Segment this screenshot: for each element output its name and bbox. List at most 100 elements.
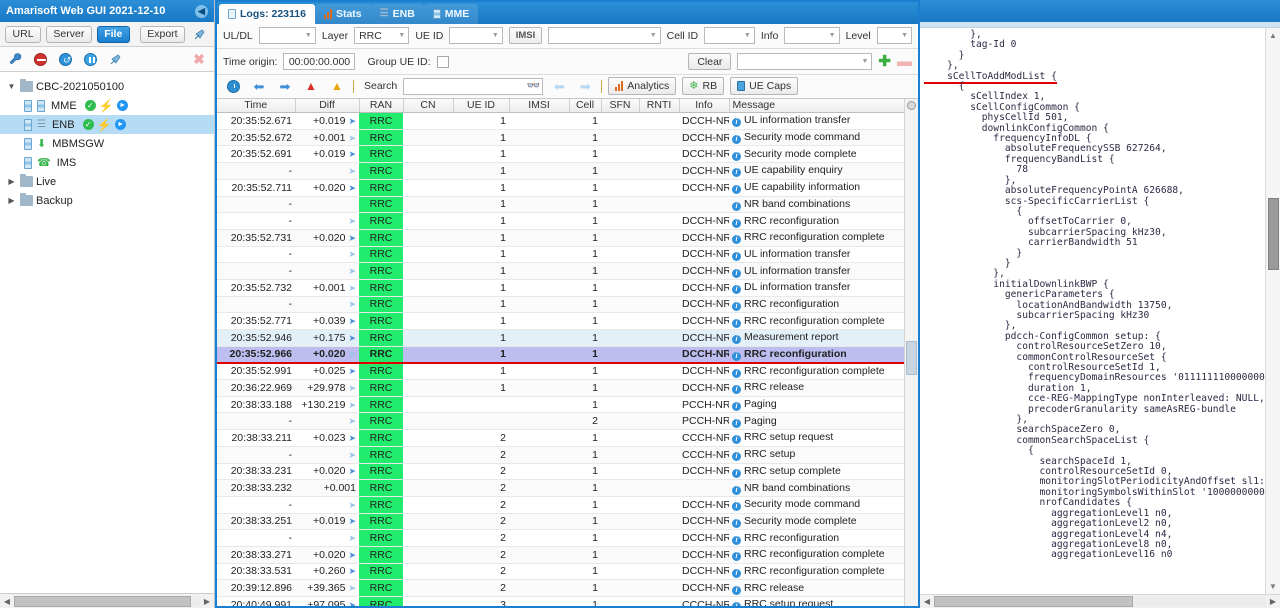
info-icon[interactable]: i (732, 452, 741, 462)
stop-icon[interactable] (30, 50, 50, 69)
info-icon[interactable]: i (732, 468, 741, 478)
tree-item-enb[interactable]: ☰ ENB ✓ ⚡ ► (0, 115, 214, 134)
log-table-vscrollbar[interactable] (904, 98, 918, 606)
table-row[interactable]: 20:38:33.271 +0.020 ➤ RRC 2 1 DCCH-NR i RRC reco… (217, 546, 904, 564)
info-icon[interactable]: i (732, 602, 741, 606)
tree-toggle-icon[interactable]: ▼ (6, 82, 17, 91)
table-row[interactable]: 20:35:52.731 +0.020 ➤ RRC 1 1 DCCH-NR i RRC reco… (217, 229, 904, 247)
table-row[interactable]: 20:38:33.232 +0.001 RRC 2 1 i NR band combinat… (217, 479, 904, 497)
col-ueid[interactable]: UE ID (453, 98, 510, 114)
play-icon[interactable]: ► (116, 100, 128, 111)
preset-select[interactable]: ▼ (737, 53, 873, 71)
tree-toggle-icon[interactable]: ▶ (6, 196, 17, 205)
scroll-right-icon[interactable]: ▶ (200, 597, 214, 606)
table-row[interactable]: 20:38:33.531 +0.260 ➤ RRC 2 1 DCCH-NR i RRC reco… (217, 563, 904, 581)
info-icon[interactable]: i (732, 485, 741, 495)
table-row[interactable]: 20:40:49.991+97.095➤RRC 3 1 CCCH-NRiRRC set… (217, 596, 904, 606)
scroll-thumb[interactable] (934, 596, 1134, 607)
tree-item-backup[interactable]: ▶ Backup (0, 191, 214, 210)
table-row[interactable]: 20:35:52.711 +0.020 ➤ RRC 1 1 DCCH-NR i UE capab… (217, 179, 904, 197)
tree-item-cbc[interactable]: ▼ CBC-2021050100 (0, 77, 214, 96)
info-icon[interactable]: i (732, 301, 741, 311)
info-icon[interactable]: i (732, 502, 741, 512)
info-icon[interactable]: i (732, 168, 741, 178)
table-row[interactable]: 20:38:33.211 +0.023 ➤ RRC 2 1 CCCH-NR i RRC setu… (217, 429, 904, 447)
tab-stats[interactable]: Stats (314, 3, 371, 24)
table-row[interactable]: - ➤ RRC 1 1 DCCH-NR i RRC reconfiguration (217, 296, 904, 314)
tree-item-ims[interactable]: ☎ IMS (0, 153, 214, 172)
tree-toggle-icon[interactable]: ▶ (6, 177, 17, 186)
info-icon[interactable]: i (732, 535, 741, 545)
tree-item-live[interactable]: ▶ Live (0, 172, 214, 191)
tree-item-mbmsgw[interactable]: ⬇ MBMSGW (0, 134, 214, 153)
info-icon[interactable]: i (732, 218, 741, 228)
col-cell[interactable]: Cell (569, 98, 602, 114)
table-row[interactable]: 20:38:33.188 +130.219 ➤ RRC 1 PCCH-NR i Paging (217, 396, 904, 414)
col-time[interactable]: Time (217, 98, 296, 114)
scroll-up-icon[interactable]: ▲ (1269, 31, 1277, 40)
nav-next-icon[interactable]: ➡ (275, 77, 295, 96)
scroll-track[interactable] (934, 596, 1266, 607)
detail-vscrollbar[interactable]: ▲ ▼ (1265, 28, 1280, 594)
scroll-left-icon[interactable]: ◀ (920, 597, 934, 606)
col-imsi[interactable]: IMSI (509, 98, 570, 114)
info-icon[interactable]: i (732, 268, 741, 278)
add-preset-button[interactable]: ✚ (878, 54, 891, 69)
cellid-select[interactable]: ▼ (704, 27, 755, 45)
scroll-track[interactable] (14, 595, 200, 607)
wrench-icon[interactable] (5, 50, 25, 69)
config-tree[interactable]: ▼ CBC-2021050100 MME ✓ ⚡ ► ☰ ENB ✓ ⚡ ► ⬇… (0, 72, 214, 593)
uecaps-button[interactable]: UE Caps (730, 77, 799, 96)
layer-select[interactable]: RRC ▼ (354, 27, 410, 45)
remove-preset-button[interactable]: ▬ (897, 54, 912, 69)
info-icon[interactable]: i (732, 335, 741, 345)
export-button[interactable]: Export (139, 25, 185, 43)
table-row[interactable]: 20:35:52.691 +0.019 ➤ RRC 1 1 DCCH-NR i Security… (217, 145, 904, 164)
col-sfn[interactable]: SFN (601, 98, 640, 114)
table-row[interactable]: - ➤ RRC 1 1 DCCH-NR i UL information transfer (217, 262, 904, 280)
clear-button[interactable]: Clear (688, 53, 732, 71)
info-icon[interactable]: i (732, 201, 741, 211)
table-row[interactable]: 20:35:52.671 +0.019 ➤ RRC 1 1 DCCH-NR i UL infor… (217, 112, 904, 130)
info-icon[interactable]: i (732, 118, 741, 128)
info-icon[interactable]: i (732, 402, 741, 412)
info-icon[interactable]: i (732, 151, 741, 161)
table-row[interactable]: 20:38:33.251 +0.019 ➤ RRC 2 1 DCCH-NR i Security… (217, 513, 904, 531)
table-row[interactable]: - ➤ RRC 2 1 DCCH-NR i RRC reconfiguration (217, 529, 904, 547)
info-select[interactable]: ▼ (784, 27, 840, 45)
tab-mme[interactable]: MME (423, 3, 479, 24)
scroll-thumb[interactable] (14, 595, 191, 607)
info-icon[interactable]: i (732, 418, 741, 428)
detail-hscrollbar[interactable]: ◀ ▶ (920, 594, 1280, 608)
play-icon[interactable]: ► (114, 119, 126, 130)
scroll-grip[interactable] (907, 100, 916, 110)
binoculars-icon[interactable]: 👓 (527, 79, 541, 92)
scroll-thumb[interactable] (906, 340, 917, 375)
col-info[interactable]: Info (679, 98, 730, 114)
info-icon[interactable]: i (732, 435, 741, 445)
message-detail-text[interactable]: }, tag-Id 0 } }, sCellToAddModList { { s… (920, 28, 1265, 594)
col-cn[interactable]: CN (403, 98, 454, 114)
info-icon[interactable]: i (732, 518, 741, 528)
tab-enb[interactable]: ☰ ENB (370, 3, 424, 24)
imsi-button[interactable]: IMSI (508, 27, 543, 45)
search-input[interactable] (403, 77, 544, 95)
analytics-button[interactable]: Analytics (608, 77, 677, 96)
table-row[interactable]: - ➤ RRC 2 PCCH-NR i Paging (217, 412, 904, 431)
scroll-thumb[interactable] (1268, 198, 1279, 270)
table-row[interactable]: 20:35:52.771 +0.039 ➤ RRC 1 1 DCCH-NR i RRC reco… (217, 312, 904, 331)
table-row[interactable]: - ➤ RRC 2 1 CCCH-NR i RRC setup (217, 446, 904, 464)
info-icon[interactable]: i (732, 318, 741, 328)
url-button[interactable]: URL (5, 25, 42, 43)
refresh-icon[interactable]: ↺ (55, 50, 75, 69)
table-row[interactable]: 20:35:52.946 +0.175 ➤ RRC 1 1 DCCH-NR i Measurem… (217, 329, 904, 347)
clock-icon[interactable] (223, 77, 243, 96)
find-prev-icon[interactable]: ⬅ (549, 77, 569, 96)
info-icon[interactable]: i (732, 185, 741, 195)
pause-icon[interactable] (80, 50, 100, 69)
error-triangle-icon[interactable]: ▲ (301, 77, 321, 96)
table-row[interactable]: - ➤ RRC 1 1 DCCH-NR i UE capability enquiry (217, 162, 904, 180)
table-row[interactable]: 20:39:12.896 +39.365 ➤ RRC 2 1 DCCH-NR i RRC rel… (217, 579, 904, 598)
scroll-down-icon[interactable]: ▼ (1269, 582, 1277, 591)
table-row[interactable]: 20:36:22.969 +29.978 ➤ RRC 1 1 DCCH-NR i RRC rel… (217, 379, 904, 397)
